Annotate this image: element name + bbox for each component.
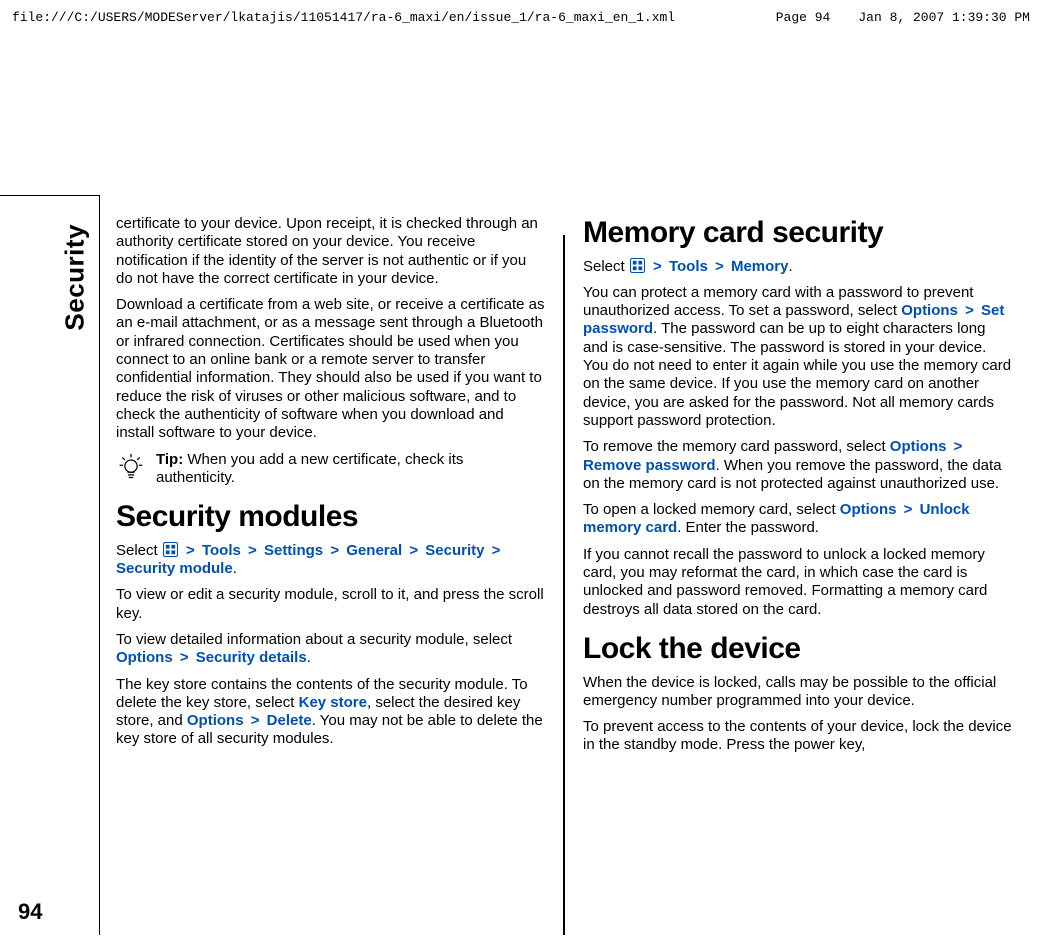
page-number: 94 [18, 899, 42, 925]
menu-item: Tools [202, 542, 241, 559]
tip-text: Tip: When you add a new certificate, che… [156, 451, 545, 488]
lightbulb-icon [116, 453, 146, 481]
period: . [233, 560, 237, 577]
heading-memory-card-security: Memory card security [583, 215, 1012, 252]
body-text: To open a locked memory card, select Opt… [583, 501, 1012, 538]
label-select: Select [583, 258, 629, 275]
heading-lock-device: Lock the device [583, 631, 1012, 668]
separator-icon: > [409, 542, 418, 559]
tip-body: When you add a new certificate, check it… [156, 451, 463, 486]
file-path: file:///C:/USERS/MODEServer/lkatajis/110… [12, 10, 675, 25]
body-text: To remove the memory card password, sele… [583, 438, 890, 455]
page: file:///C:/USERS/MODEServer/lkatajis/110… [0, 0, 1042, 940]
period: . [789, 258, 793, 275]
body-text: Download a certificate from a web site, … [116, 296, 545, 442]
menu-item: Security details [196, 649, 307, 666]
menu-item: Memory [731, 258, 789, 275]
menu-item: Settings [264, 542, 323, 559]
separator-icon: > [492, 542, 501, 559]
menu-item: Options [840, 501, 897, 518]
tip-block: Tip: When you add a new certificate, che… [116, 451, 545, 488]
section-title: Security [60, 224, 91, 331]
separator-icon: > [248, 542, 257, 559]
separator-icon: > [251, 712, 260, 729]
body-text: certificate to your device. Upon receipt… [116, 215, 545, 288]
body-text: To view or edit a security module, scrol… [116, 586, 545, 623]
separator-icon: > [653, 258, 662, 275]
app-menu-icon [163, 542, 178, 557]
timestamp: Jan 8, 2007 1:39:30 PM [858, 10, 1030, 25]
body-text: To prevent access to the contents of you… [583, 718, 1012, 755]
separator-icon: > [330, 542, 339, 559]
body-text: You can protect a memory card with a pas… [583, 284, 1012, 430]
right-column: Memory card security Select > Tools > Me… [583, 215, 1012, 935]
column-divider [563, 235, 565, 935]
columns: certificate to your device. Upon receipt… [100, 195, 1040, 935]
page-label: Page 94 [776, 10, 831, 25]
content-area: Security 94 certificate to your device. … [0, 195, 1040, 935]
body-text: To view detailed information about a sec… [116, 631, 545, 668]
body-text: . Enter the password. [677, 519, 819, 536]
side-gutter: Security 94 [0, 195, 100, 935]
tip-label: Tip: [156, 451, 187, 468]
menu-path: Select > Tools > Settings > General > [116, 542, 545, 579]
separator-icon: > [904, 501, 913, 518]
period: . [307, 649, 311, 666]
menu-path: Select > Tools > Memory. [583, 258, 1012, 276]
separator-icon: > [715, 258, 724, 275]
menu-item: Tools [669, 258, 708, 275]
body-text: To open a locked memory card, select [583, 501, 840, 518]
heading-security-modules: Security modules [116, 499, 545, 536]
menu-item: Security [425, 542, 484, 559]
separator-icon: > [180, 649, 189, 666]
left-column: certificate to your device. Upon receipt… [116, 215, 545, 935]
body-text: When the device is locked, calls may be … [583, 674, 1012, 711]
menu-item: Remove password [583, 457, 716, 474]
app-menu-icon [630, 258, 645, 273]
menu-item: Options [901, 302, 958, 319]
body-text: To view detailed information about a sec… [116, 631, 512, 648]
menu-item: Delete [267, 712, 312, 729]
print-header: file:///C:/USERS/MODEServer/lkatajis/110… [0, 10, 1042, 25]
menu-item: Options [890, 438, 947, 455]
label-select: Select [116, 542, 162, 559]
menu-item: Security module [116, 560, 233, 577]
menu-item: General [346, 542, 402, 559]
body-text: If you cannot recall the password to unl… [583, 546, 1012, 619]
menu-item: Options [116, 649, 173, 666]
menu-item: Options [187, 712, 244, 729]
body-text: The key store contains the contents of t… [116, 676, 545, 749]
body-text: To remove the memory card password, sele… [583, 438, 1012, 493]
separator-icon: > [186, 542, 195, 559]
menu-item: Key store [299, 694, 367, 711]
print-header-right: Page 94 Jan 8, 2007 1:39:30 PM [776, 10, 1030, 25]
separator-icon: > [954, 438, 963, 455]
separator-icon: > [965, 302, 974, 319]
